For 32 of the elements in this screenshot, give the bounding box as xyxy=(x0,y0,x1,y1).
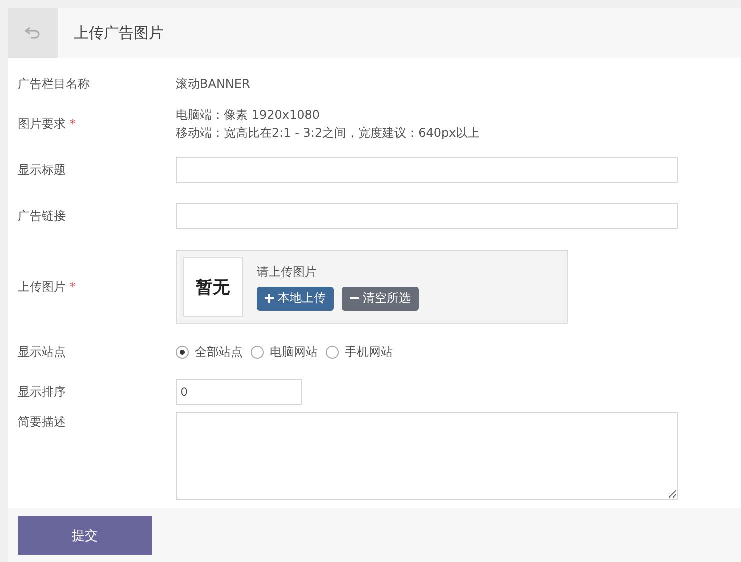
field-text: 移动端：宽高比在2:1 - 3:2之间，宽度建议：640px以上 xyxy=(176,125,480,142)
field-label: 广告链接 xyxy=(18,208,66,222)
upload-button[interactable]: 本地上传 xyxy=(257,286,334,310)
page-title: 上传广告图片 xyxy=(74,24,164,42)
required-mark: * xyxy=(70,280,76,294)
undo-icon xyxy=(25,27,41,39)
text-input[interactable] xyxy=(176,203,678,229)
upload-hint: 请上传图片 xyxy=(257,264,318,280)
field-label: 显示标题 xyxy=(18,162,66,176)
field-text: 电脑端：像素 1920x1080 xyxy=(176,107,321,124)
radio-button[interactable] xyxy=(326,346,339,358)
image-preview: 暂无 xyxy=(183,257,243,317)
field-label: 显示排序 xyxy=(18,384,66,398)
radio-button[interactable] xyxy=(176,346,189,358)
submit-button[interactable]: 提交 xyxy=(18,516,152,555)
radio-label: 电脑网站 xyxy=(270,344,318,360)
back-button[interactable] xyxy=(8,8,58,58)
required-mark: * xyxy=(70,116,76,130)
plus-icon xyxy=(265,294,274,303)
number-input[interactable]: 0 xyxy=(176,379,302,405)
field-label: 显示站点 xyxy=(18,344,66,358)
clear-button[interactable]: 清空所选 xyxy=(342,286,419,310)
field-text: 滚动BANNER xyxy=(176,76,250,93)
radio-label: 手机网站 xyxy=(345,344,393,360)
text-input[interactable] xyxy=(176,157,678,183)
field-label: 广告栏目名称 xyxy=(18,76,90,90)
radio-label: 全部站点 xyxy=(195,344,243,360)
description-textarea[interactable] xyxy=(176,412,678,500)
field-label: 图片要求 xyxy=(18,116,66,130)
radio-button[interactable] xyxy=(251,346,264,358)
field-label: 上传图片 xyxy=(18,280,66,294)
field-label: 简要描述 xyxy=(18,415,66,429)
